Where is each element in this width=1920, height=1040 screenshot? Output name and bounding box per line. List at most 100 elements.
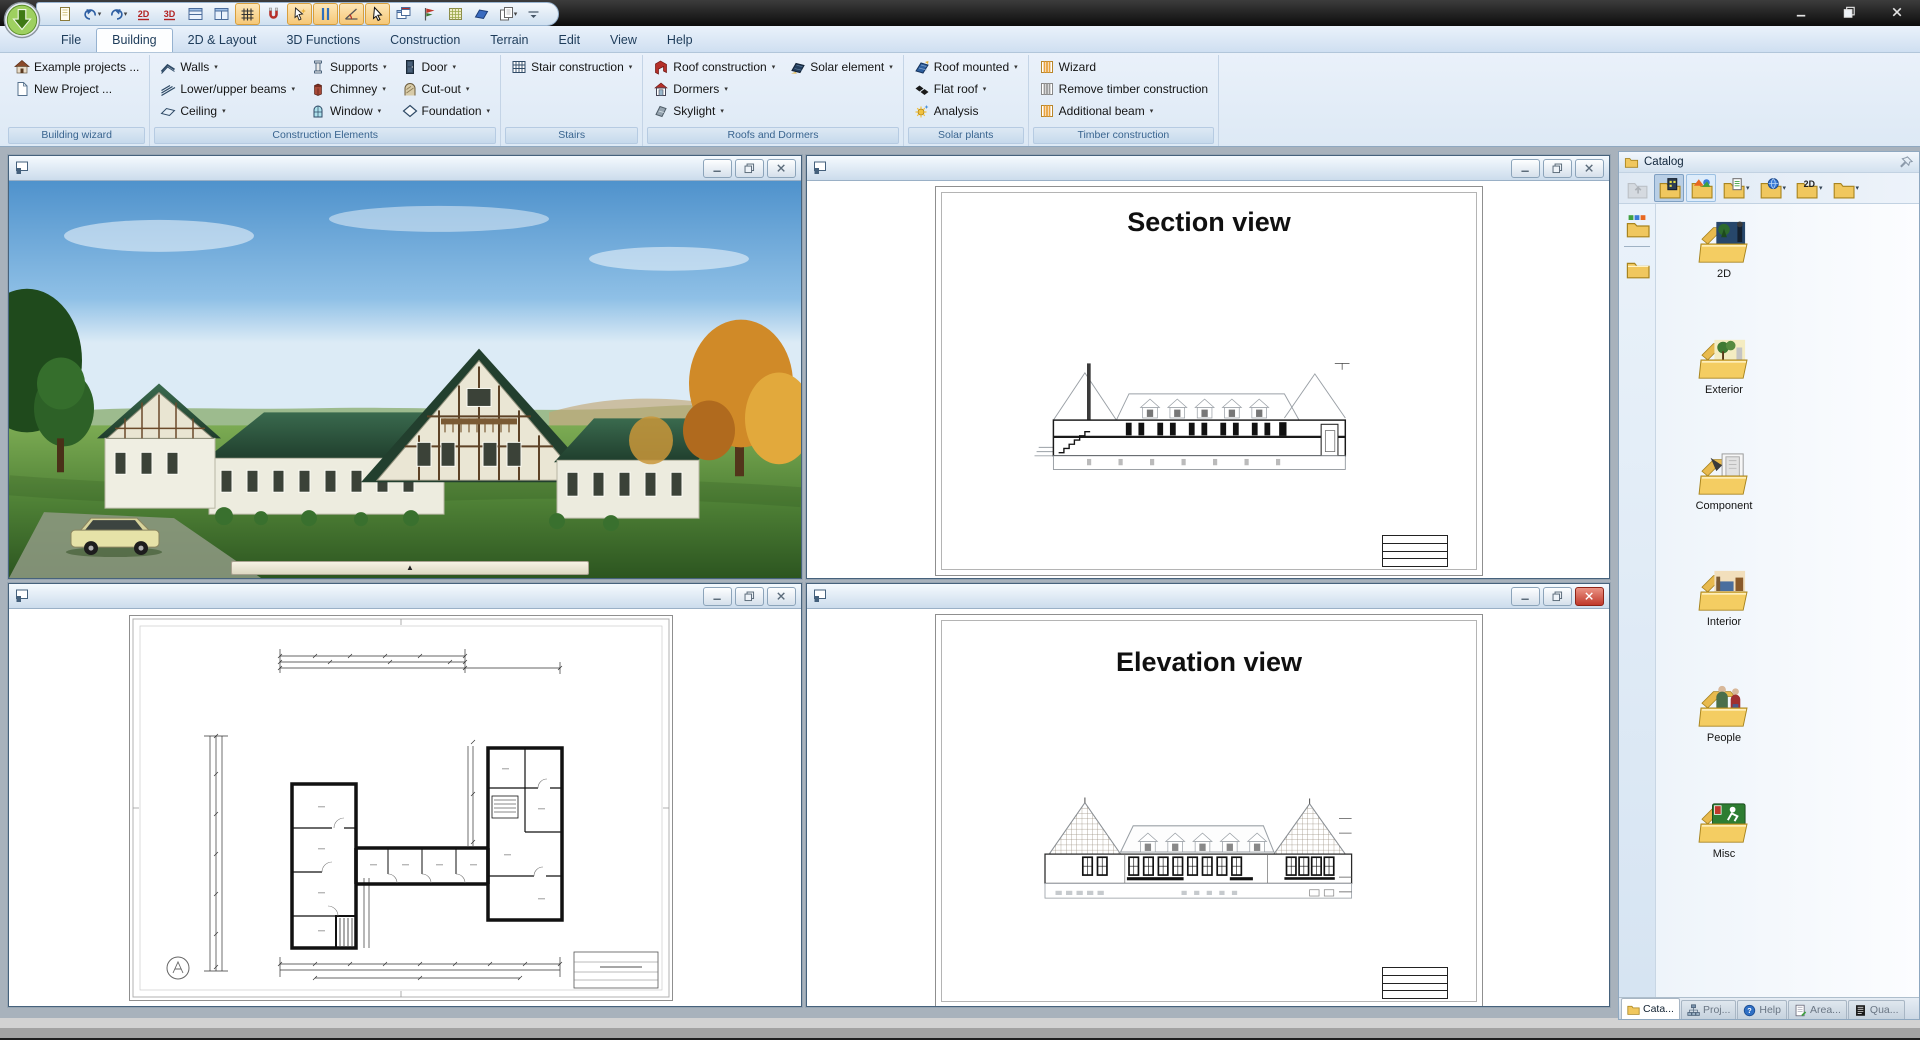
redo-button[interactable]: ▾ bbox=[105, 3, 130, 25]
guides-button[interactable] bbox=[313, 3, 338, 25]
viewport-close-button[interactable] bbox=[767, 587, 796, 606]
tab-construction[interactable]: Construction bbox=[375, 29, 475, 52]
ribbon-item-door[interactable]: Door▾ bbox=[399, 57, 494, 76]
elevation-canvas[interactable]: Elevation view bbox=[807, 609, 1609, 1006]
ribbon-item-foundation[interactable]: Foundation▾ bbox=[399, 101, 494, 120]
catalog-item-misc[interactable]: Misc bbox=[1682, 800, 1766, 860]
ribbon-item-flat-roof[interactable]: Flat roof▾ bbox=[911, 79, 1021, 98]
viewport-minimize-button[interactable] bbox=[1511, 159, 1540, 178]
tab-help[interactable]: ?Help bbox=[1737, 1000, 1787, 1019]
ribbon-item-chimney[interactable]: Chimney▾ bbox=[307, 79, 390, 98]
ribbon-item-analysis[interactable]: Analysis bbox=[911, 101, 1021, 120]
viewport-restore-button[interactable] bbox=[735, 159, 764, 178]
viewport-plan-titlebar bbox=[9, 584, 801, 609]
more-button[interactable] bbox=[521, 3, 546, 25]
application-menu-button[interactable] bbox=[3, 1, 41, 39]
catalog-item-2d[interactable]: 2D bbox=[1682, 220, 1766, 280]
viewport-close-button[interactable] bbox=[767, 159, 796, 178]
viewport-restore-button[interactable] bbox=[1543, 587, 1572, 606]
tab-file[interactable]: File bbox=[46, 29, 96, 52]
plan-canvas[interactable] bbox=[9, 609, 801, 1006]
tab-building[interactable]: Building bbox=[96, 28, 172, 52]
3d-view-icon: 3D bbox=[161, 6, 178, 22]
ribbon-item-dormers[interactable]: Dormers▾ bbox=[650, 79, 778, 98]
undo-button[interactable]: ▾ bbox=[79, 3, 104, 25]
tab-proj[interactable]: Proj... bbox=[1681, 1000, 1736, 1019]
smart-select-button[interactable] bbox=[287, 3, 312, 25]
snap-magnet-button[interactable] bbox=[261, 3, 286, 25]
tab-cata[interactable]: Cata... bbox=[1621, 998, 1680, 1019]
split-vertical-button[interactable] bbox=[209, 3, 234, 25]
catalog-item-component[interactable]: Component bbox=[1682, 452, 1766, 512]
grid-button[interactable] bbox=[235, 3, 260, 25]
ribbon-item-solar-element[interactable]: Solar element▾ bbox=[787, 57, 896, 76]
viewport-3d-titlebar bbox=[9, 156, 801, 181]
measure-angle-button[interactable] bbox=[339, 3, 364, 25]
ribbon-item-window[interactable]: Window▾ bbox=[307, 101, 390, 120]
ribbon-item-cut-out[interactable]: Cut-out▾ bbox=[399, 79, 494, 98]
copy-button[interactable]: ▾ bbox=[495, 3, 520, 25]
material-button[interactable] bbox=[469, 3, 494, 25]
viewport-minimize-button[interactable] bbox=[1511, 587, 1540, 606]
viewport-minimize-button[interactable] bbox=[703, 587, 732, 606]
catalog-extras-button[interactable]: ▾ bbox=[1828, 174, 1863, 202]
window-restore-button[interactable] bbox=[1836, 2, 1862, 22]
window-minimize-button[interactable] bbox=[1788, 2, 1814, 22]
ribbon-item-remove-timber-construction[interactable]: Remove timber construction bbox=[1036, 79, 1211, 98]
2d-view-button[interactable]: 2D bbox=[131, 3, 156, 25]
tab-3d-functions[interactable]: 3D Functions bbox=[271, 29, 375, 52]
ribbon-item-roof-mounted[interactable]: Roof mounted▾ bbox=[911, 57, 1021, 76]
catalog-item-interior[interactable]: Interior bbox=[1682, 568, 1766, 628]
select-arrow-button[interactable] bbox=[365, 3, 390, 25]
catalog-item-people[interactable]: People bbox=[1682, 684, 1766, 744]
ribbon-item-roof-construction[interactable]: Roof construction▾ bbox=[650, 57, 778, 76]
tab-qua[interactable]: Qua... bbox=[1848, 1000, 1905, 1019]
split-horizontal-button[interactable] bbox=[183, 3, 208, 25]
pin-icon[interactable] bbox=[1899, 155, 1914, 170]
ribbon-item-skylight[interactable]: Skylight▾ bbox=[650, 101, 778, 120]
ribbon-item-example-projects[interactable]: Example projects ... bbox=[11, 57, 142, 76]
render-3d-canvas[interactable]: ▲ bbox=[9, 181, 801, 578]
ribbon-item-supports[interactable]: Supports▾ bbox=[307, 57, 390, 76]
flag-button[interactable] bbox=[417, 3, 442, 25]
timber-orange-icon bbox=[1039, 103, 1055, 119]
section-canvas[interactable]: Section view bbox=[807, 181, 1609, 578]
ribbon-item-wizard[interactable]: Wizard bbox=[1036, 57, 1211, 76]
tab-terrain[interactable]: Terrain bbox=[475, 29, 543, 52]
ribbon-item-ceiling[interactable]: Ceiling▾ bbox=[157, 101, 298, 120]
view-scroll-strip[interactable]: ▲ bbox=[231, 561, 589, 575]
catalog-item-exterior[interactable]: Exterior bbox=[1682, 336, 1766, 396]
flag-icon bbox=[421, 6, 438, 22]
ribbon-item-additional-beam[interactable]: Additional beam▾ bbox=[1036, 101, 1211, 120]
ribbon-item-new-project[interactable]: New Project ... bbox=[11, 79, 142, 98]
new-document-button[interactable] bbox=[53, 3, 78, 25]
ribbon-item-walls[interactable]: Walls▾ bbox=[157, 57, 298, 76]
viewport-restore-button[interactable] bbox=[735, 587, 764, 606]
dropdown-arrow-icon: ▾ bbox=[222, 107, 226, 115]
catalog-materials-button[interactable] bbox=[1686, 174, 1716, 202]
3d-view-button[interactable]: 3D bbox=[157, 3, 182, 25]
ribbon-item-stair-construction[interactable]: Stair construction▾ bbox=[508, 57, 635, 76]
tab-edit[interactable]: Edit bbox=[544, 29, 596, 52]
catalog-objects-button[interactable] bbox=[1654, 174, 1684, 202]
tab-help[interactable]: Help bbox=[652, 29, 708, 52]
viewport-close-button[interactable] bbox=[1575, 159, 1604, 178]
viewport-minimize-button[interactable] bbox=[703, 159, 732, 178]
viewport-close-button[interactable] bbox=[1575, 587, 1604, 606]
hatch-pattern-button[interactable] bbox=[443, 3, 468, 25]
catalog-2d-button[interactable]: 2D▾ bbox=[1791, 174, 1826, 202]
arrange-windows-button[interactable] bbox=[391, 3, 416, 25]
ribbon-item-lower-upper-beams[interactable]: Lower/upper beams▾ bbox=[157, 79, 298, 98]
catalog-documents-button[interactable]: ▾ bbox=[1718, 174, 1753, 202]
flat-roof-icon bbox=[914, 81, 930, 97]
tab-2d-layout[interactable]: 2D & Layout bbox=[173, 29, 272, 52]
tab-view[interactable]: View bbox=[595, 29, 652, 52]
ribbon-item-label: Roof construction bbox=[673, 60, 766, 74]
viewport-restore-button[interactable] bbox=[1543, 159, 1572, 178]
folder-plain-button[interactable] bbox=[1624, 255, 1650, 279]
folder-shortcut-a-button[interactable] bbox=[1624, 214, 1650, 238]
catalog-item-label: People bbox=[1707, 732, 1741, 744]
catalog-internet-button[interactable]: ▾ bbox=[1755, 174, 1790, 202]
tab-area[interactable]: Area... bbox=[1788, 1000, 1847, 1019]
window-close-button[interactable] bbox=[1884, 2, 1910, 22]
